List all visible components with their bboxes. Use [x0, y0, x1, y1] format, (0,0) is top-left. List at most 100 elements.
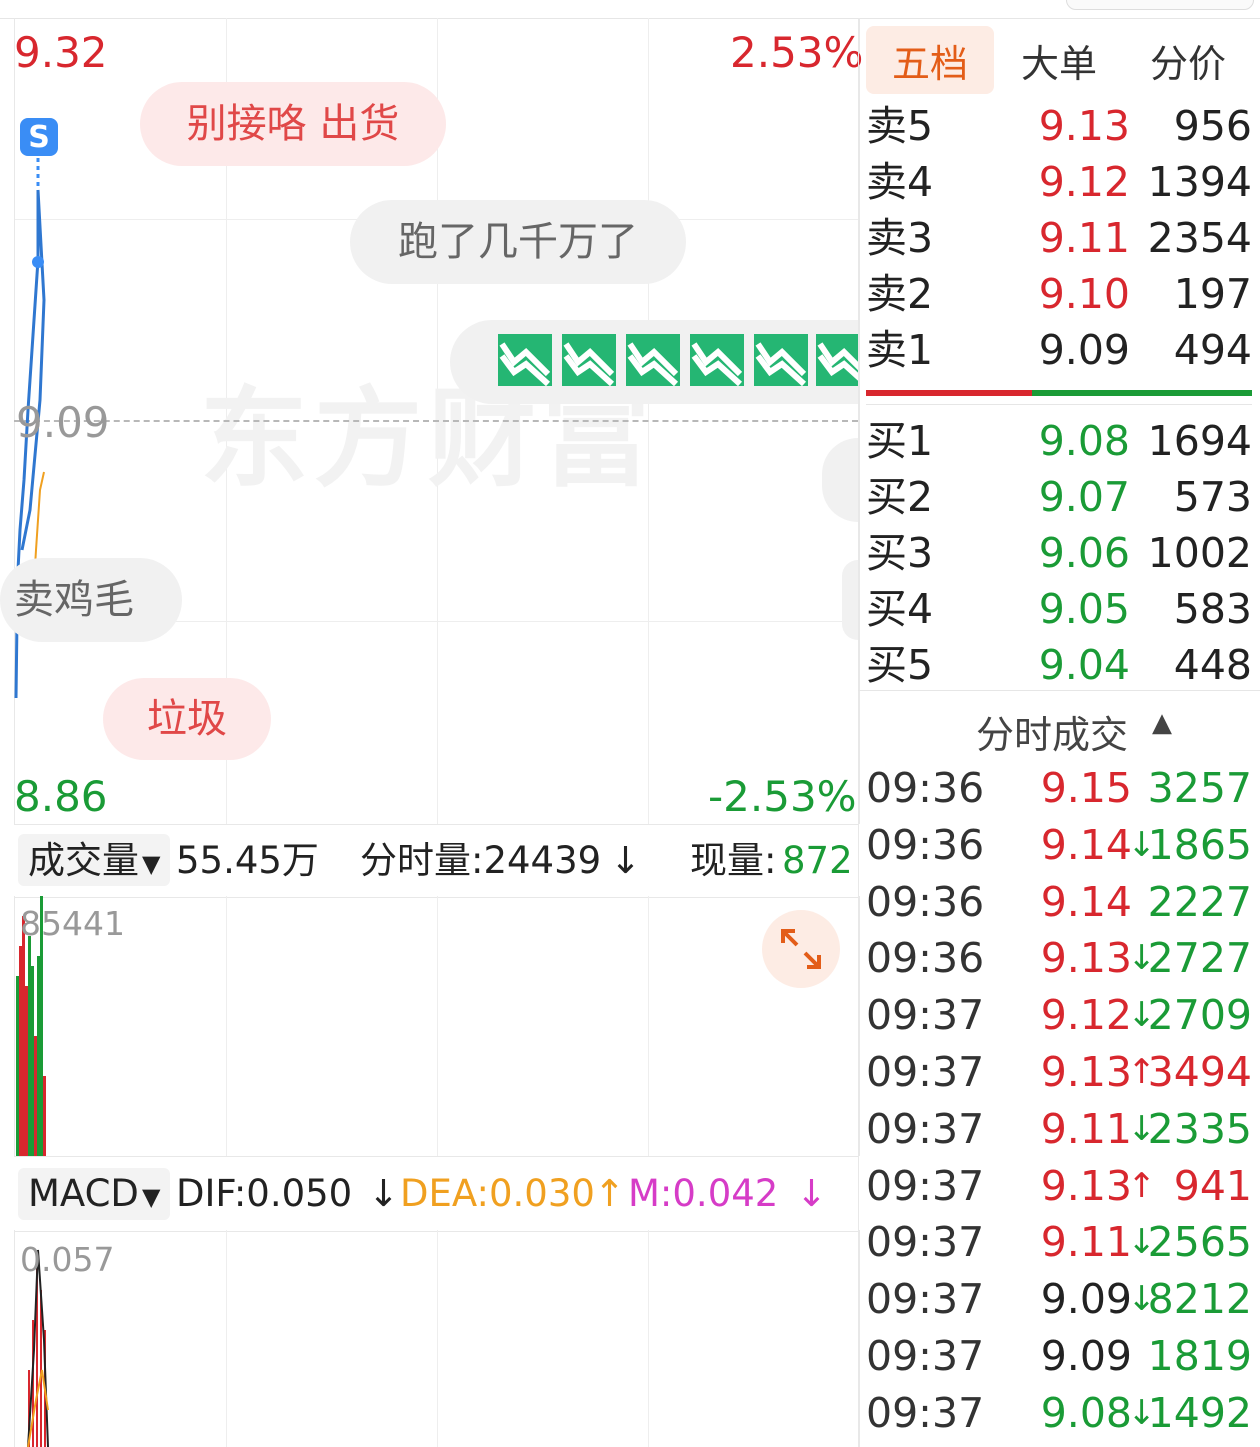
volume-bar: [28, 936, 31, 1156]
buy-level-row: 买5 9.04 448: [866, 637, 1252, 693]
macd-dea: DEA:0.030: [400, 1172, 595, 1215]
trade-row: 09:36 9.14 2227: [866, 874, 1252, 930]
trade-time: 09:37: [866, 991, 985, 1040]
comment-bubble[interactable]: 卖鸡毛: [0, 558, 182, 642]
order-ratio-bar: [866, 390, 1252, 396]
trade-price: 9.08: [1040, 1388, 1132, 1437]
trade-price: 9.14: [1040, 820, 1132, 869]
trade-volume: 941: [1173, 1161, 1252, 1210]
high-price-label: 9.32: [14, 28, 108, 77]
comment-bubble[interactable]: 垃圾: [103, 678, 271, 760]
level-volume: 583: [1173, 585, 1252, 633]
minute-volume: 分时量:24439: [360, 839, 602, 882]
level-price: 9.09: [1038, 326, 1130, 374]
trade-row: 09:37 9.09 ↓ 8212: [866, 1271, 1252, 1327]
volume-total: 55.45万: [176, 839, 319, 882]
trade-row: 09:37 9.13 ↑ 3494: [866, 1044, 1252, 1100]
trade-volume: 1819: [1147, 1332, 1252, 1380]
tab-five-levels[interactable]: 五档: [866, 26, 994, 94]
level-label: 卖5: [866, 102, 934, 150]
expand-button[interactable]: [762, 910, 840, 988]
sell-level-row: 卖4 9.12 1394: [866, 154, 1252, 210]
volume-bar: [43, 1076, 46, 1156]
macd-chart[interactable]: [14, 1230, 860, 1447]
level-price: 9.10: [1038, 270, 1130, 318]
macd-m: M:0.042: [628, 1172, 779, 1215]
comment-bubble[interactable]: 别接咯 出货: [140, 82, 446, 166]
decline-emoji-row: [498, 334, 858, 386]
trade-price: 9.13: [1040, 1048, 1132, 1096]
level-price: 9.11: [1038, 214, 1130, 262]
decline-chart-icon: [498, 334, 552, 386]
volume-bar: [19, 946, 22, 1156]
level-volume: 956: [1173, 102, 1252, 150]
grid-line: [226, 896, 227, 1156]
trade-volume: 3494: [1147, 1048, 1252, 1096]
dropdown-icon: ▼: [142, 850, 161, 878]
trade-time: 09:37: [866, 1275, 985, 1324]
buy-level-row: 买3 9.06 1002: [866, 525, 1252, 581]
buy-level-row: 买1 9.08 1694: [866, 413, 1252, 469]
decline-chart-icon: [816, 334, 858, 386]
low-pct-label: -2.53%: [708, 772, 857, 821]
current-volume-label: 现量:: [690, 839, 777, 882]
prev-close-label: 9.09: [16, 398, 110, 447]
macd-dif-arrow: ↓: [368, 1172, 400, 1215]
level-volume: 573: [1173, 473, 1252, 521]
trade-time: 09:37: [866, 1218, 985, 1267]
trade-time: 09:37: [866, 1048, 985, 1096]
decline-chart-icon: [626, 334, 680, 386]
trade-row: 09:36 9.13 ↓ 2727: [866, 930, 1252, 986]
trade-row: 09:37 9.09 1819: [866, 1328, 1252, 1384]
level-label: 卖2: [866, 270, 934, 318]
grid-line: [648, 1230, 649, 1447]
level-price: 9.12: [1038, 158, 1130, 206]
signal-badge[interactable]: S: [20, 118, 58, 156]
sell-level-row: 卖5 9.13 956: [866, 98, 1252, 154]
trade-price: 9.09: [1040, 1332, 1132, 1380]
level-label: 买1: [866, 417, 934, 465]
comment-bubble-partial[interactable]: [842, 560, 858, 640]
macd-max-label: 0.057: [20, 1240, 115, 1279]
trade-volume: 2727: [1147, 934, 1252, 983]
trade-price: 9.09: [1040, 1275, 1132, 1324]
trade-price: 9.14: [1040, 877, 1132, 926]
trade-volume: 1865: [1147, 820, 1252, 869]
trade-direction-arrow: ↑: [1127, 1165, 1157, 1206]
trade-volume: 2227: [1147, 877, 1252, 926]
volume-bar: [37, 956, 40, 1156]
trade-time: 09:36: [866, 934, 985, 983]
volume-bar: [31, 966, 34, 1156]
trade-price: 9.12: [1040, 991, 1132, 1040]
expand-icon: [781, 929, 821, 969]
level-label: 买4: [866, 585, 934, 633]
tab-big-orders[interactable]: 大单: [1000, 26, 1118, 94]
trade-price: 9.13: [1040, 1161, 1132, 1210]
tab-price-distribution[interactable]: 分价: [1128, 26, 1248, 94]
collapse-up-icon[interactable]: ▲: [1152, 708, 1172, 738]
trade-time: 09:37: [866, 1104, 985, 1153]
level-label: 卖1: [866, 326, 934, 374]
volume-selector-label: 成交量: [28, 839, 139, 882]
volume-bar: [34, 1036, 37, 1156]
trade-volume: 8212: [1147, 1275, 1252, 1324]
trade-price: 9.11: [1040, 1104, 1132, 1153]
level-label: 卖3: [866, 214, 934, 262]
trades-title[interactable]: 分时成交: [976, 704, 1128, 759]
price-line-segment: [20, 189, 46, 551]
trade-row: 09:37 9.13 ↑ 941: [866, 1158, 1252, 1214]
sell-level-row: 卖3 9.11 2354: [866, 210, 1252, 266]
trade-time: 09:36: [866, 764, 985, 812]
divider: [866, 404, 1252, 405]
top-pill-button[interactable]: [1066, 0, 1254, 10]
trade-time: 09:37: [866, 1388, 985, 1437]
level-label: 卖4: [866, 158, 934, 206]
minute-volume-arrow: ↓: [610, 839, 642, 882]
comment-bubble[interactable]: 跑了几千万了: [350, 200, 686, 284]
level-price: 9.08: [1038, 417, 1130, 465]
indicator-selector-label: MACD: [28, 1172, 139, 1215]
volume-chart[interactable]: [14, 896, 860, 1156]
sell-level-row: 卖1 9.09 494: [866, 322, 1252, 378]
volume-bar: [25, 986, 28, 1156]
trade-volume: 2709: [1147, 991, 1252, 1040]
